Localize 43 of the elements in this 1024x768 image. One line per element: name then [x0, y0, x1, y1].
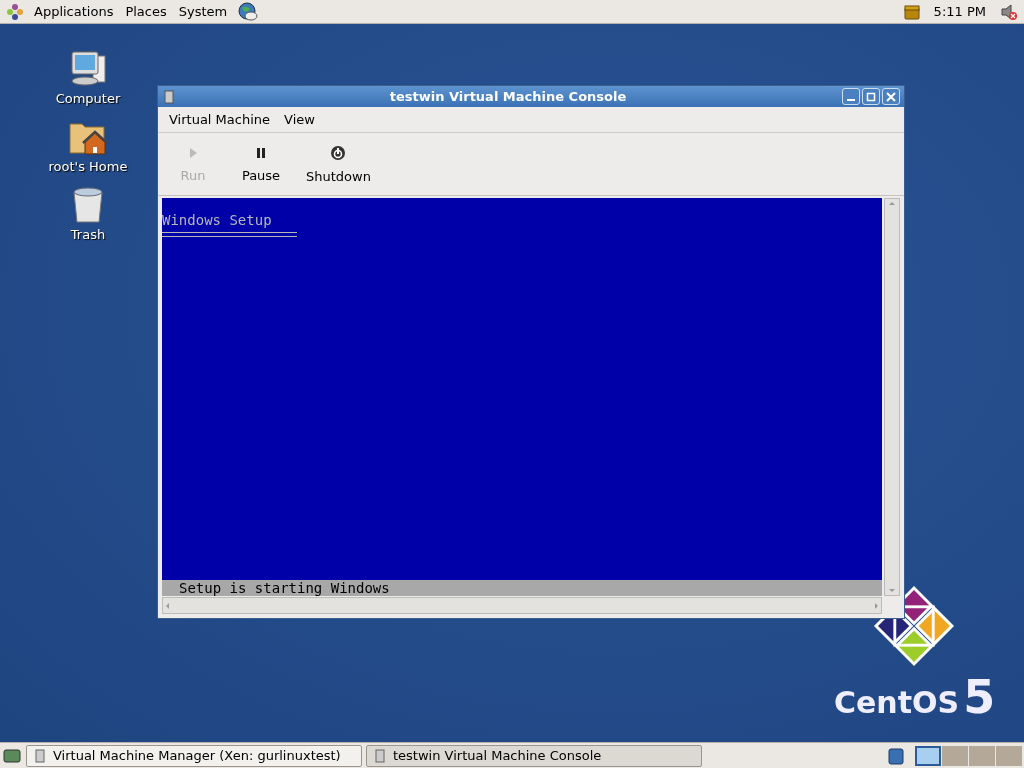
- flower-logo-icon[interactable]: [6, 2, 24, 21]
- menu-item[interactable]: View: [284, 112, 315, 127]
- vertical-scrollbar[interactable]: [884, 198, 900, 596]
- clock[interactable]: 5:11 PM: [933, 4, 986, 19]
- power-icon: [330, 144, 347, 161]
- taskbar-button[interactable]: Virtual Machine Manager (Xen: gurlinuxtest): [26, 744, 362, 767]
- panel-menu[interactable]: Places: [123, 4, 169, 19]
- server-icon: [375, 748, 385, 763]
- console-screen[interactable]: Windows Setup Setup is starting Windows: [162, 198, 882, 596]
- desktop-icon-label[interactable]: Trash: [70, 227, 106, 242]
- logo-version: 5: [963, 674, 996, 720]
- panel-menu[interactable]: System: [176, 4, 230, 19]
- menu-item[interactable]: Virtual Machine: [169, 112, 271, 127]
- panel-menu[interactable]: Applications: [32, 4, 116, 19]
- console-heading: Windows Setup: [162, 212, 273, 228]
- server-icon: [35, 748, 45, 763]
- window-title: testwin Virtual Machine Console: [388, 89, 628, 104]
- workspace-cell[interactable]: [996, 745, 1022, 766]
- minimize-button[interactable]: [842, 88, 860, 105]
- workspace-cell[interactable]: [942, 745, 968, 766]
- toolbar-button[interactable]: Pause: [230, 141, 292, 187]
- horizontal-scrollbar[interactable]: [162, 597, 882, 614]
- minimize-icon: [847, 99, 855, 101]
- maximize-button[interactable]: [862, 88, 880, 105]
- desktop-icon-label[interactable]: Computer: [55, 91, 121, 106]
- logo-wordmark: CentOS: [834, 685, 960, 720]
- desktop-icon-label[interactable]: root's Home: [48, 159, 128, 174]
- play-icon: [187, 145, 199, 160]
- workspace-cell[interactable]: [915, 745, 941, 766]
- toolbar-button[interactable]: Shutdown: [298, 140, 379, 188]
- computer-icon[interactable]: [68, 50, 108, 88]
- globe-icon[interactable]: [237, 1, 260, 22]
- show-desktop-icon[interactable]: [2, 746, 22, 765]
- box-icon[interactable]: [903, 3, 920, 20]
- workspace-cell[interactable]: [969, 745, 995, 766]
- pause-icon: [255, 145, 267, 160]
- close-icon: [886, 91, 896, 102]
- console-status-bar: Setup is starting Windows: [162, 580, 882, 596]
- close-button[interactable]: [882, 88, 900, 105]
- taskbar-button[interactable]: testwin Virtual Machine Console: [366, 744, 702, 767]
- maximize-icon: [866, 91, 876, 102]
- server-icon: [164, 89, 174, 104]
- speaker-muted-icon[interactable]: [1000, 2, 1018, 21]
